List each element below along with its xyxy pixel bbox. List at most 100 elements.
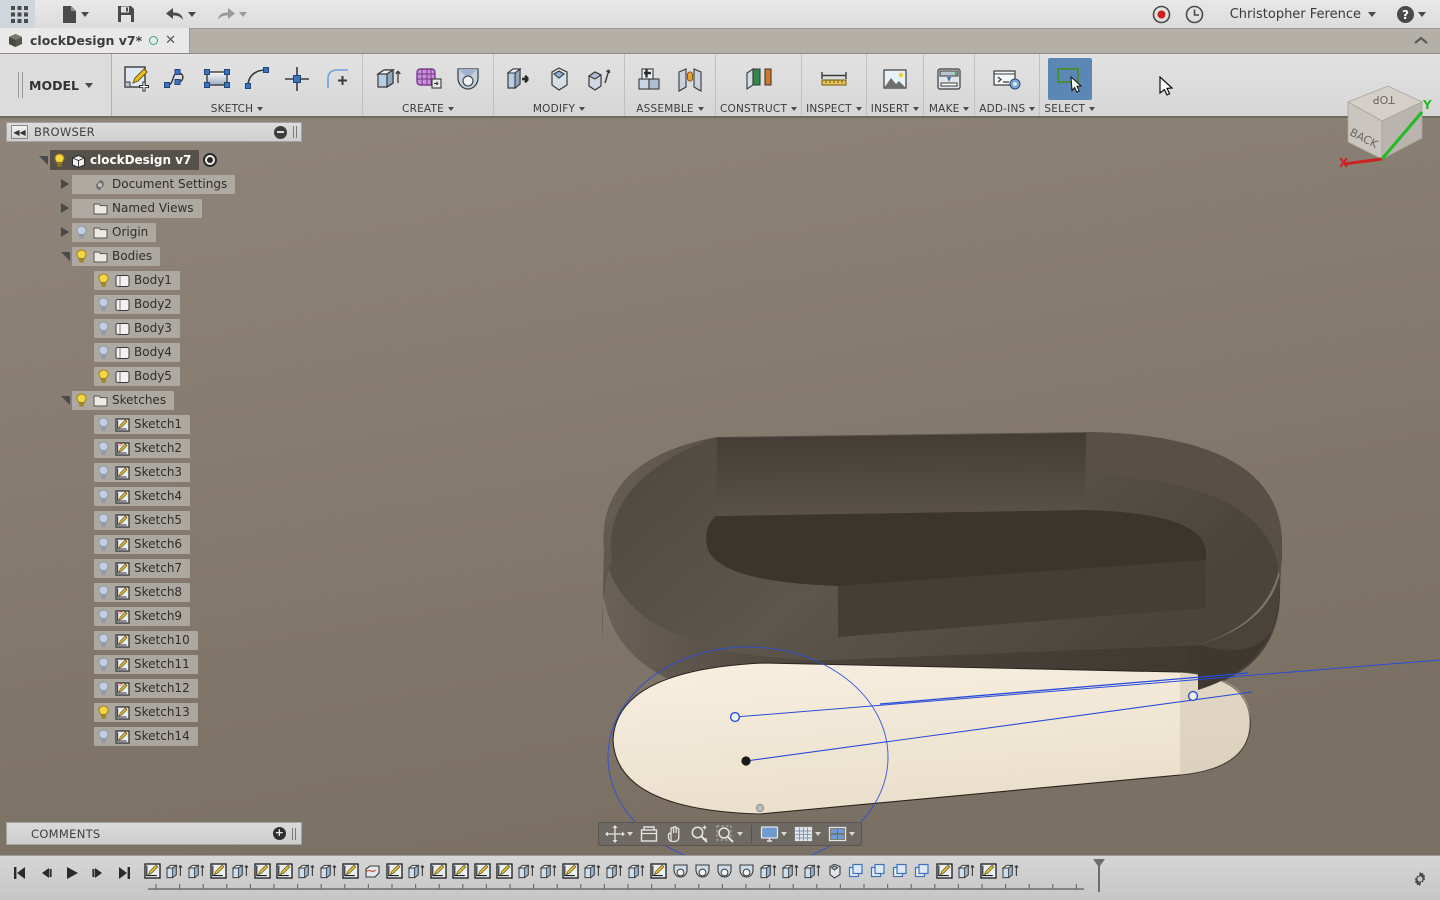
visibility-bulb-icon[interactable] <box>97 585 110 600</box>
tree-item-sketch10[interactable]: Sketch10 <box>94 630 198 650</box>
play-button[interactable] <box>60 861 84 885</box>
visibility-bulb-icon[interactable] <box>97 321 110 336</box>
document-tab[interactable]: clockDesign v7* ✕ <box>0 28 190 53</box>
panel-label-sketch[interactable]: SKETCH <box>116 101 358 116</box>
visibility-bulb-icon[interactable] <box>97 297 110 312</box>
tree-item-sketch6[interactable]: Sketch6 <box>94 534 191 554</box>
panel-label-construct[interactable]: CONSTRUCT <box>720 101 798 116</box>
timeline-feature-loft[interactable] <box>362 860 382 882</box>
user-account-menu[interactable]: Christopher Ference <box>1220 0 1382 29</box>
timeline-feature-extrude[interactable] <box>186 860 206 882</box>
timeline-feature-pattern[interactable] <box>912 860 932 882</box>
offset-plane-icon[interactable] <box>740 59 778 99</box>
tree-item-body3[interactable]: Body3 <box>94 318 180 338</box>
workspace-tab-model[interactable]: MODEL <box>0 54 112 116</box>
timeline-feature-sketch[interactable] <box>494 860 514 882</box>
rectangle-icon[interactable] <box>198 59 236 99</box>
tree-item-root[interactable]: clockDesign v7 <box>50 150 200 170</box>
timeline-feature-extrude[interactable] <box>230 860 250 882</box>
visibility-bulb-icon[interactable] <box>97 489 110 504</box>
fillet-icon[interactable] <box>540 59 578 99</box>
tree-item-body4[interactable]: Body4 <box>94 342 180 362</box>
timeline-feature-fillet[interactable] <box>824 860 844 882</box>
shell-icon[interactable] <box>580 59 618 99</box>
pan-icon[interactable] <box>663 824 685 844</box>
scripts-addins-icon[interactable] <box>988 59 1026 99</box>
timeline-feature-extrude[interactable] <box>956 860 976 882</box>
measure-icon[interactable] <box>815 59 853 99</box>
visibility-bulb-icon[interactable] <box>75 393 88 408</box>
insert-image-icon[interactable] <box>876 59 914 99</box>
timeline-feature-extrude[interactable] <box>802 860 822 882</box>
visibility-bulb-icon[interactable] <box>97 417 110 432</box>
timeline-feature-revolve[interactable] <box>670 860 690 882</box>
visibility-bulb-icon[interactable] <box>97 369 110 384</box>
collapse-browser-button[interactable]: ◀◀ <box>11 125 28 139</box>
activate-component-radio[interactable] <box>203 153 218 167</box>
timeline-feature-extrude[interactable] <box>758 860 778 882</box>
file-menu-button[interactable] <box>55 0 95 29</box>
timeline-track[interactable] <box>142 856 1400 900</box>
tree-item-document-settings[interactable]: Document Settings <box>72 174 236 194</box>
timeline-feature-pattern[interactable] <box>868 860 888 882</box>
job-status-icon[interactable] <box>1179 0 1210 29</box>
revolve-icon[interactable] <box>449 59 487 99</box>
timeline-feature-pattern[interactable] <box>890 860 910 882</box>
spline-icon[interactable] <box>158 59 196 99</box>
timeline-feature-extrude[interactable] <box>164 860 184 882</box>
visibility-bulb-icon[interactable] <box>53 153 66 168</box>
timeline-feature-sketch[interactable] <box>274 860 294 882</box>
timeline-feature-revolve[interactable] <box>714 860 734 882</box>
tree-item-body2[interactable]: Body2 <box>94 294 180 314</box>
view-cube[interactable]: TOP BACK X Y <box>1330 72 1434 168</box>
visibility-bulb-icon[interactable] <box>97 345 110 360</box>
timeline-feature-sketch[interactable] <box>384 860 404 882</box>
tree-item-sketch3[interactable]: Sketch3 <box>94 462 191 482</box>
display-settings-icon[interactable] <box>758 824 789 844</box>
visibility-bulb-icon[interactable] <box>97 705 110 720</box>
timeline-settings-button[interactable] <box>1400 856 1440 900</box>
timeline-feature-sketch[interactable] <box>472 860 492 882</box>
step-forward-button[interactable] <box>86 861 110 885</box>
look-at-icon[interactable] <box>638 824 660 844</box>
tree-item-body5[interactable]: Body5 <box>94 366 180 386</box>
visibility-bulb-icon[interactable] <box>75 249 88 264</box>
timeline-feature-sketch[interactable] <box>648 860 668 882</box>
timeline-feature-extrude[interactable] <box>296 860 316 882</box>
visibility-bulb-icon[interactable] <box>97 537 110 552</box>
viewports-icon[interactable] <box>826 824 857 844</box>
comments-resize-grip[interactable] <box>292 827 296 840</box>
panel-label-insert[interactable]: INSERT <box>871 101 920 116</box>
tree-item-sketch11[interactable]: Sketch11 <box>94 654 198 674</box>
timeline-feature-sketch[interactable] <box>934 860 954 882</box>
timeline-feature-sketch[interactable] <box>560 860 580 882</box>
tree-item-sketch7[interactable]: Sketch7 <box>94 558 191 578</box>
orbit-icon[interactable] <box>603 824 635 844</box>
timeline-feature-extrude[interactable] <box>318 860 338 882</box>
select-icon[interactable] <box>1047 57 1092 100</box>
timeline-feature-extrude[interactable] <box>1000 860 1020 882</box>
tree-item-sketch2[interactable]: Sketch2 <box>94 438 191 458</box>
timeline-feature-sketch[interactable] <box>340 860 360 882</box>
expand-arrow-icon[interactable] <box>58 177 72 191</box>
panel-label-inspect[interactable]: INSPECT <box>806 101 862 116</box>
panel-label-select[interactable]: SELECT <box>1044 101 1096 116</box>
undo-icon[interactable] <box>159 0 202 29</box>
help-button[interactable]: ? <box>1390 0 1432 29</box>
collapse-ribbon-button[interactable] <box>1402 28 1440 53</box>
panel-label-modify[interactable]: MODIFY <box>498 101 620 116</box>
timeline-feature-extrude[interactable] <box>626 860 646 882</box>
create-sketch-icon[interactable] <box>118 59 156 99</box>
go-to-beginning-button[interactable] <box>8 861 32 885</box>
tree-item-sketch13[interactable]: Sketch13 <box>94 702 198 722</box>
tree-item-sketch5[interactable]: Sketch5 <box>94 510 191 530</box>
visibility-bulb-icon[interactable] <box>97 441 110 456</box>
joint-icon[interactable] <box>671 59 709 99</box>
expand-arrow-icon[interactable] <box>58 201 72 215</box>
comments-panel[interactable]: COMMENTS + <box>6 822 302 845</box>
browser-resize-grip[interactable] <box>293 126 297 138</box>
collapse-arrow-icon[interactable] <box>58 249 72 263</box>
panel-label-addins[interactable]: ADD-INS <box>979 101 1036 116</box>
timeline-feature-extrude[interactable] <box>406 860 426 882</box>
timeline-feature-sketch[interactable] <box>428 860 448 882</box>
